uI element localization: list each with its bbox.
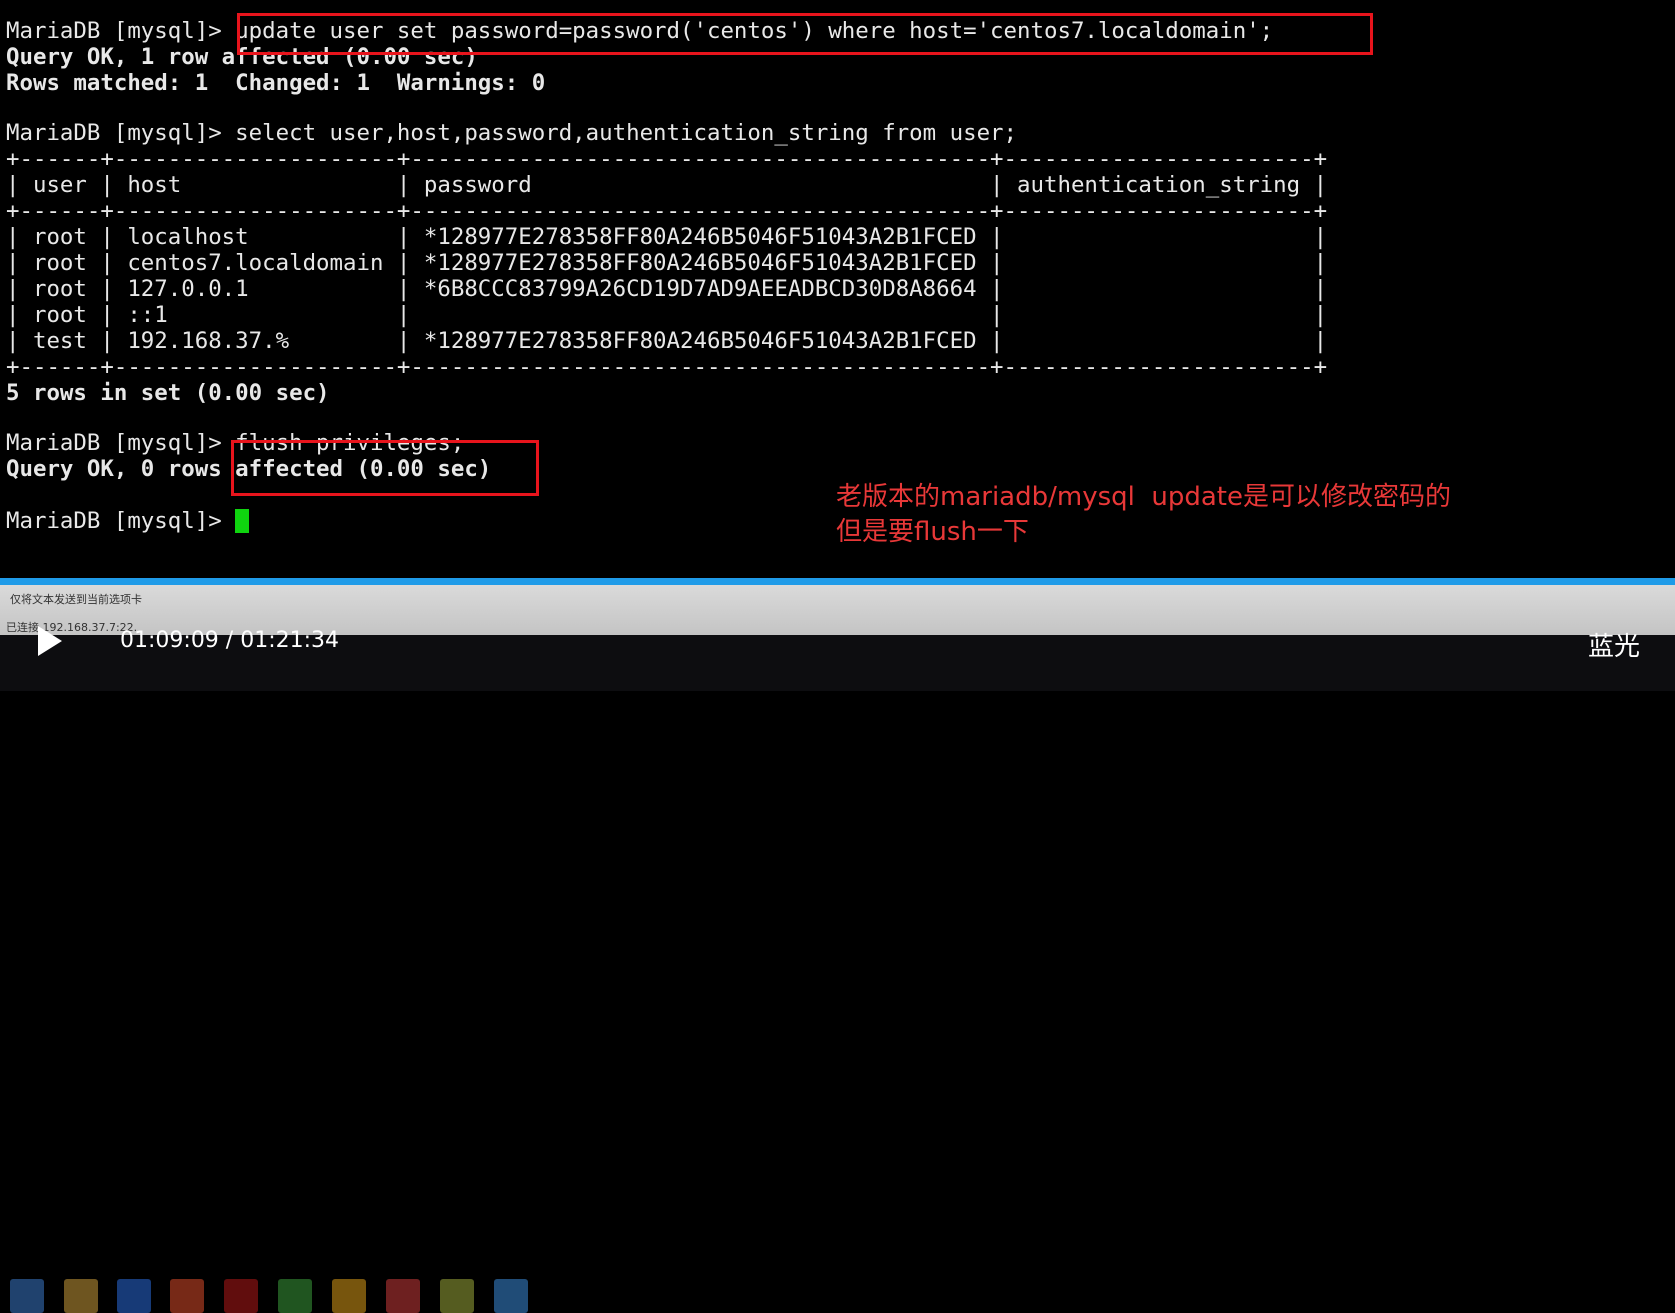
send-text-hint: 仅将文本发送到当前选项卡: [10, 593, 142, 606]
prompt-text: MariaDB [mysql]>: [6, 508, 236, 534]
terminal-line-rows-in-set: 5 rows in set (0.00 sec): [6, 380, 330, 406]
terminal-prompt-line[interactable]: MariaDB [mysql]>: [6, 508, 250, 535]
terminal-window[interactable]: MariaDB [mysql]> update user set passwor…: [0, 0, 1675, 578]
time-separator: /: [218, 628, 241, 653]
annotation-note: 老版本的mariadb/mysql update是可以修改密码的 但是要flus…: [836, 480, 1451, 550]
video-timecode: 01:09:09 / 01:21:34: [120, 628, 339, 653]
table-header-row: | user | host | password | authenticatio…: [6, 172, 1328, 198]
annotation-line-2: 但是要flush一下: [836, 517, 1029, 547]
table-row: | root | 127.0.0.1 | *6B8CCC83799A26CD19…: [6, 276, 1328, 302]
highlight-box-flush: [231, 440, 539, 496]
total-time: 01:21:34: [240, 628, 340, 653]
video-progress-played: [0, 578, 1421, 585]
app-icon[interactable]: [494, 1279, 528, 1313]
table-row: | root | localhost | *128977E278358FF80A…: [6, 224, 1328, 250]
ie-icon[interactable]: [117, 1279, 151, 1313]
table-row: | root | centos7.localdomain | *128977E2…: [6, 250, 1328, 276]
quality-selector[interactable]: 蓝光: [1588, 626, 1640, 663]
table-border-header: +------+---------------------+----------…: [6, 198, 1328, 224]
terminal-line-rows-matched: Rows matched: 1 Changed: 1 Warnings: 0: [6, 70, 546, 96]
highlight-box-update: [237, 13, 1373, 55]
terminal-line-select-command: MariaDB [mysql]> select user,host,passwo…: [6, 120, 1018, 146]
chrome-icon[interactable]: [170, 1279, 204, 1313]
visio-icon[interactable]: [278, 1279, 312, 1313]
terminal-cursor: [235, 509, 250, 533]
xshell-icon[interactable]: [386, 1279, 420, 1313]
table-row: | test | 192.168.37.% | *128977E278358FF…: [6, 328, 1328, 354]
table-row: | root | ::1 | | |: [6, 302, 1328, 328]
table-border-top: +------+---------------------+----------…: [6, 146, 1328, 172]
table-border-bottom: +------+---------------------+----------…: [6, 354, 1328, 380]
annotation-line-1: 老版本的mariadb/mysql update是可以修改密码的: [836, 482, 1451, 512]
start-icon[interactable]: [10, 1279, 44, 1313]
current-time: 01:09:09: [120, 628, 219, 653]
connection-status: 已连接 192.168.37.7:22.: [6, 621, 138, 634]
notepad-icon[interactable]: [440, 1279, 474, 1313]
pdf-icon[interactable]: [224, 1279, 258, 1313]
folder-icon[interactable]: [64, 1279, 98, 1313]
virtualbox-icon[interactable]: [332, 1279, 366, 1313]
play-button[interactable]: [38, 626, 62, 656]
video-progress-bar[interactable]: [0, 578, 1675, 585]
